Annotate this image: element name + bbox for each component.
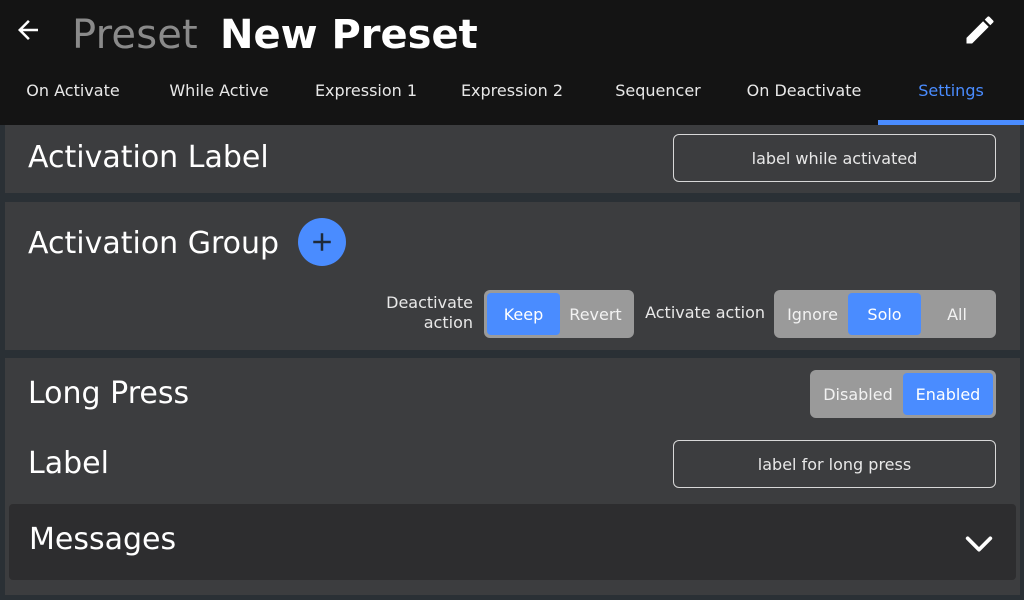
long-press-option-enabled[interactable]: Enabled (903, 373, 993, 415)
activate-option-solo[interactable]: Solo (848, 293, 921, 335)
tab-while-active[interactable]: While Active (156, 70, 282, 125)
tab-expression-2[interactable]: Expression 2 (449, 70, 575, 125)
app-header: Preset New Preset On Activate While Acti… (0, 0, 1024, 125)
deactivate-action-label-line1: Deactivate (386, 293, 473, 312)
pencil-icon (966, 16, 994, 44)
messages-title: Messages (29, 522, 177, 557)
activation-label-panel: Activation Label (5, 125, 1020, 193)
page-title-prefix: Preset (72, 12, 198, 58)
long-press-title: Long Press (28, 376, 190, 411)
arrow-left-icon (18, 20, 38, 40)
activate-action-label: Activate action (645, 303, 765, 322)
activation-label-title: Activation Label (28, 140, 269, 175)
tab-on-activate[interactable]: On Activate (10, 70, 136, 125)
deactivate-action-selector: Keep Revert (484, 290, 634, 338)
tab-sequencer[interactable]: Sequencer (595, 70, 721, 125)
plus-icon (313, 233, 331, 251)
long-press-label-title: Label (28, 446, 109, 481)
long-press-option-disabled[interactable]: Disabled (813, 373, 903, 415)
preset-name: New Preset (220, 12, 478, 58)
chevron-down-icon (965, 536, 993, 552)
tab-expression-1[interactable]: Expression 1 (303, 70, 429, 125)
long-press-label-input[interactable] (673, 440, 996, 488)
deactivate-action-label-line2: action (423, 313, 473, 332)
activate-option-ignore[interactable]: Ignore (777, 293, 848, 335)
tab-bar: On Activate While Active Expression 1 Ex… (0, 70, 1024, 125)
deactivate-option-keep[interactable]: Keep (487, 293, 560, 335)
activation-group-title: Activation Group (28, 226, 280, 261)
deactivate-option-revert[interactable]: Revert (560, 293, 631, 335)
activate-action-selector: Ignore Solo All (774, 290, 996, 338)
long-press-toggle: Disabled Enabled (810, 370, 996, 418)
edit-name-button[interactable] (960, 10, 1000, 50)
activation-group-panel: Activation Group Deactivate action Keep … (5, 202, 1020, 350)
expand-toggle[interactable] (961, 526, 997, 562)
activation-label-input[interactable] (673, 134, 996, 182)
add-activation-group-button[interactable] (298, 218, 346, 266)
tab-settings[interactable]: Settings (878, 70, 1024, 125)
messages-expander[interactable]: Messages (9, 504, 1016, 580)
tab-on-deactivate[interactable]: On Deactivate (737, 70, 871, 125)
activate-option-all[interactable]: All (921, 293, 993, 335)
back-button[interactable] (10, 12, 46, 48)
deactivate-action-label: Deactivate action (375, 293, 473, 333)
